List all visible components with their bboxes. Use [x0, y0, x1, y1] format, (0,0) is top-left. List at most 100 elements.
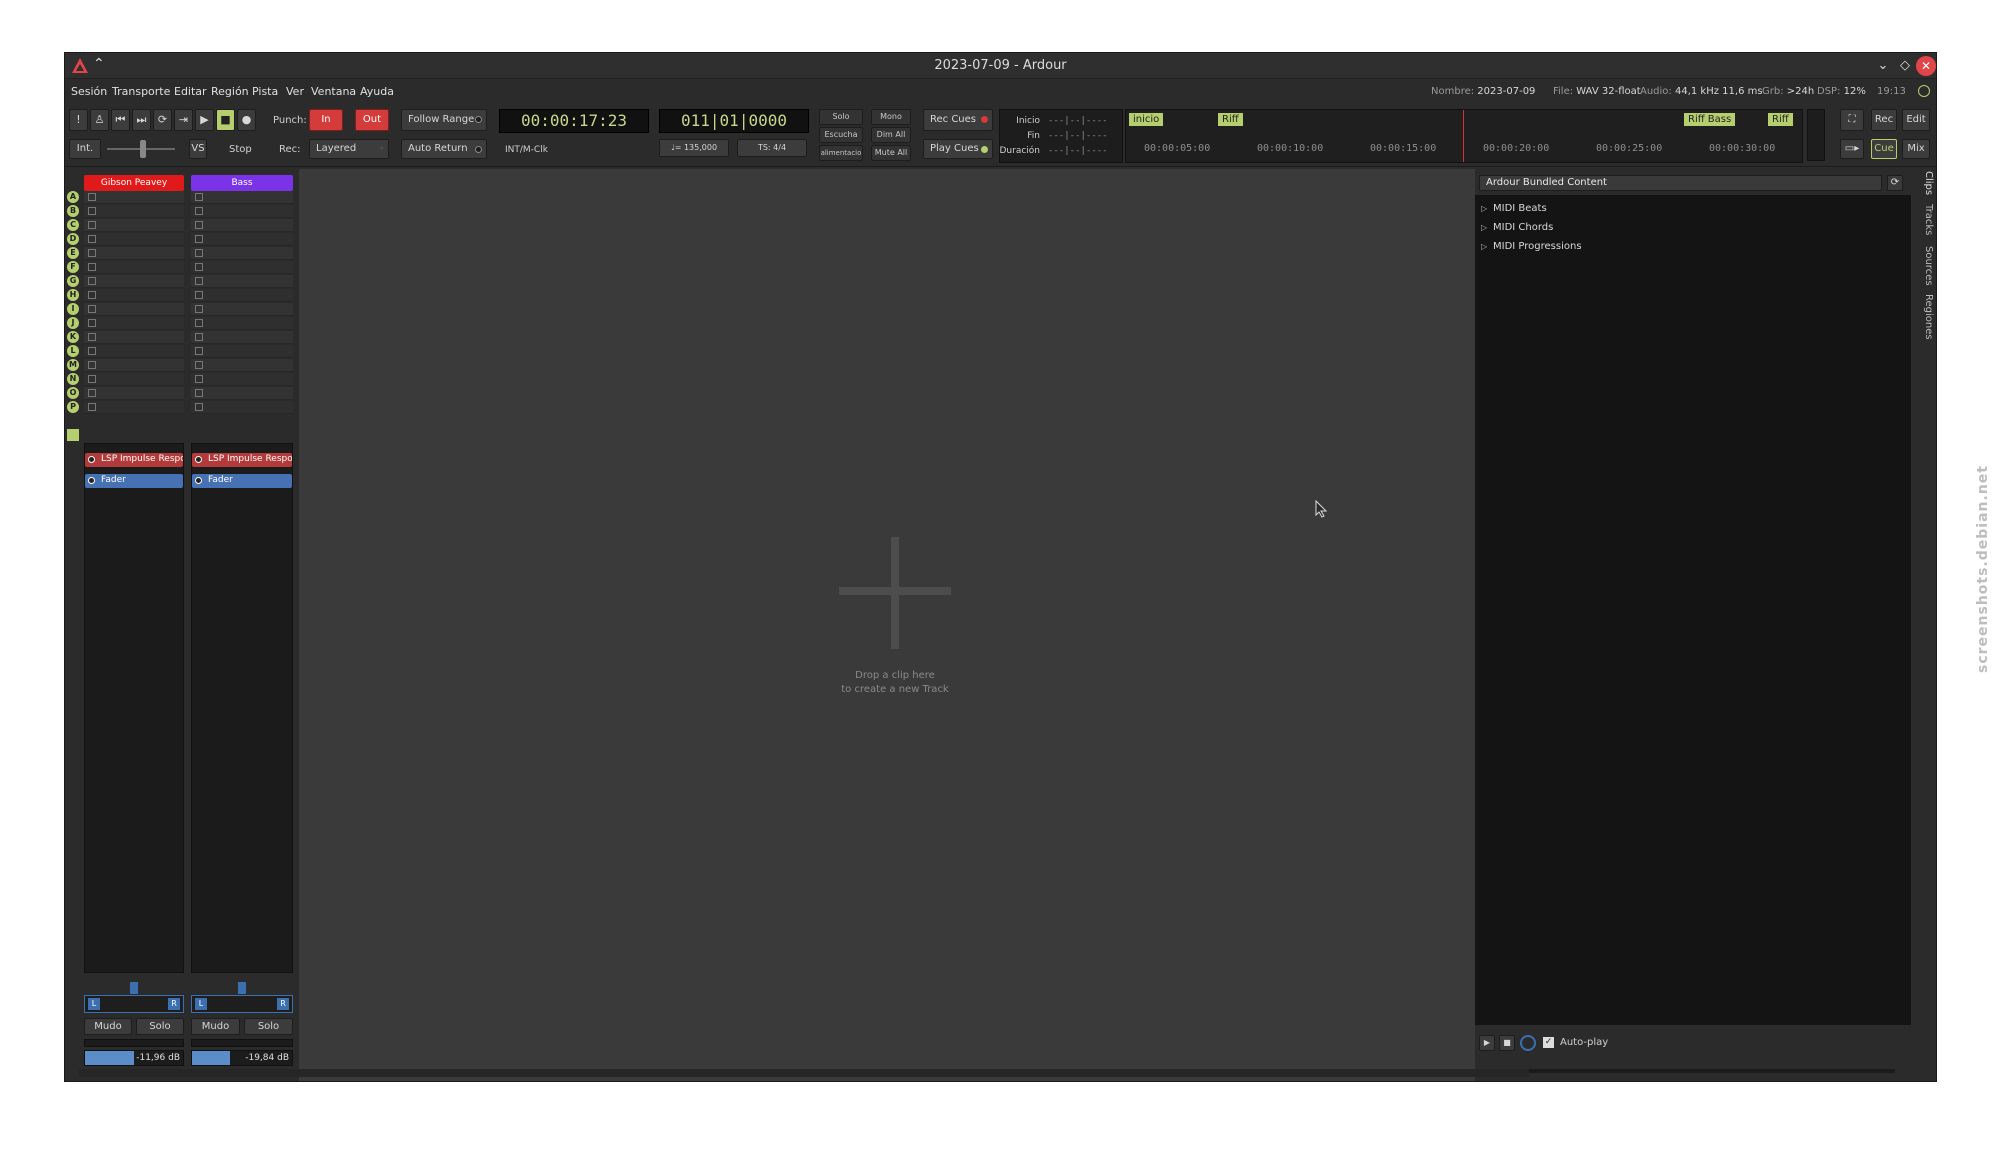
cue-slot[interactable] [191, 289, 293, 302]
cue-slot[interactable] [191, 275, 293, 288]
rec-mode-select[interactable]: Layered ◦ [309, 139, 389, 159]
cue-launch-i[interactable]: I [67, 303, 79, 315]
cue-slot[interactable] [84, 233, 184, 246]
mute-button-track-2[interactable]: Mudo [191, 1018, 240, 1035]
cue-slot-checkbox[interactable] [88, 403, 96, 411]
cue-slot-checkbox[interactable] [88, 263, 96, 271]
monitor-alimentacion-button[interactable]: alimentacio [819, 145, 863, 161]
cue-slot-checkbox[interactable] [195, 333, 203, 341]
sync-source-label[interactable]: INT/M-Clk [505, 145, 548, 155]
cue-slot[interactable] [191, 247, 293, 260]
play-cues-button[interactable]: Play Cues [923, 139, 993, 159]
cue-slot[interactable] [84, 219, 184, 232]
cue-slot-checkbox[interactable] [195, 305, 203, 313]
menu-pista[interactable]: Pista [252, 85, 278, 98]
stop-all-cues-icon[interactable] [67, 429, 79, 441]
plugin-lsp-impulse-track-2[interactable]: LSP Impulse Respon [192, 453, 292, 467]
fader-processor-track-1[interactable]: Fader [85, 474, 183, 488]
cue-slot[interactable] [84, 303, 184, 316]
cue-slot-checkbox[interactable] [88, 389, 96, 397]
cue-launch-e[interactable]: E [67, 247, 79, 259]
cue-slot[interactable] [84, 191, 184, 204]
cue-slot-checkbox[interactable] [88, 305, 96, 313]
cue-slot[interactable] [191, 233, 293, 246]
monitor-solo-button[interactable]: Solo [819, 109, 863, 125]
cue-launch-a[interactable]: A [67, 191, 79, 203]
maximize-icon[interactable]: ◇ [1895, 56, 1915, 76]
menu-ventana[interactable]: Ventana [311, 85, 356, 98]
cue-launch-o[interactable]: O [67, 387, 79, 399]
cue-slot[interactable] [84, 261, 184, 274]
trim-knob-icon[interactable] [130, 982, 138, 994]
cue-slot-checkbox[interactable] [88, 249, 96, 257]
track-name-bass[interactable]: Bass [191, 175, 293, 191]
shuttle-slider-handle-icon[interactable] [140, 140, 146, 158]
plugin-toggle-icon[interactable] [195, 477, 202, 484]
marker-riff[interactable]: Riff [1218, 113, 1243, 126]
cue-slot-checkbox[interactable] [195, 277, 203, 285]
follow-range-button[interactable]: Follow Range [401, 109, 487, 131]
rec-cues-button[interactable]: Rec Cues [923, 109, 993, 131]
cue-slot-checkbox[interactable] [195, 375, 203, 383]
stop-mode-label[interactable]: Stop [229, 144, 252, 155]
cue-slot-checkbox[interactable] [195, 291, 203, 299]
cue-launch-p[interactable]: P [67, 401, 79, 413]
cue-launch-h[interactable]: H [67, 289, 79, 301]
cue-slot-checkbox[interactable] [195, 347, 203, 355]
cue-slot-checkbox[interactable] [88, 319, 96, 327]
cue-slot[interactable] [84, 387, 184, 400]
menu-transporte[interactable]: Transporte [112, 85, 170, 98]
cue-slot[interactable] [84, 331, 184, 344]
video-icon[interactable]: ▭▸ [1840, 139, 1864, 159]
menu-ayuda[interactable]: Ayuda [360, 85, 394, 98]
cue-slot[interactable] [191, 387, 293, 400]
cue-slot-checkbox[interactable] [195, 249, 203, 257]
cue-slot-checkbox[interactable] [88, 221, 96, 229]
expander-icon[interactable]: ▷ [1481, 204, 1493, 213]
secondary-clock[interactable]: 011|01|0000 [659, 109, 809, 133]
panner-track-1[interactable]: LR [84, 995, 184, 1013]
auto-return-button[interactable]: Auto Return [401, 139, 487, 159]
internal-sync-button[interactable]: Int. [69, 139, 101, 159]
cue-slot[interactable] [84, 345, 184, 358]
cue-slot[interactable] [191, 219, 293, 232]
metronome-icon[interactable]: ♙ [90, 109, 109, 131]
crop-icon[interactable]: ⛶ [1840, 109, 1864, 131]
cue-launch-c[interactable]: C [67, 219, 79, 231]
primary-clock[interactable]: 00:00:17:23 [499, 109, 649, 133]
clip-source-select[interactable]: Ardour Bundled Content [1479, 175, 1882, 191]
cue-slot[interactable] [84, 401, 184, 414]
gain-fader-track-2[interactable]: -19,84 dB [191, 1050, 293, 1066]
cue-slot[interactable] [191, 317, 293, 330]
view-edit-button[interactable]: Edit [1902, 109, 1930, 131]
refresh-icon[interactable]: ⟳ [1887, 175, 1903, 191]
plugin-toggle-icon[interactable] [88, 477, 95, 484]
preview-stop-icon[interactable]: ■ [1499, 1035, 1515, 1051]
monitor-dim-all-button[interactable]: Dim All [871, 127, 911, 143]
loop-icon[interactable]: ⟳ [153, 109, 172, 131]
gain-fader-track-1[interactable]: -11,96 dB [84, 1050, 184, 1066]
cue-slot[interactable] [84, 373, 184, 386]
solo-button-track-2[interactable]: Solo [244, 1018, 293, 1035]
autoplay-checkbox[interactable]: ✓ [1543, 1037, 1554, 1048]
cue-slot[interactable] [84, 205, 184, 218]
close-icon[interactable]: ✕ [1916, 56, 1936, 76]
cue-slot-checkbox[interactable] [195, 221, 203, 229]
cue-slot[interactable] [84, 247, 184, 260]
varispeed-button[interactable]: VS [189, 139, 207, 159]
goto-start-icon[interactable]: ⏮ [111, 109, 130, 131]
marker-riff-bass[interactable]: Riff Bass [1684, 113, 1736, 126]
panner-track-2[interactable]: LR [191, 995, 293, 1013]
solo-button-track-1[interactable]: Solo [136, 1018, 184, 1035]
cue-launch-l[interactable]: L [67, 345, 79, 357]
fader-processor-track-2[interactable]: Fader [192, 474, 292, 488]
menu-ver[interactable]: Ver [286, 85, 304, 98]
track-name-gibson-peavey[interactable]: Gibson Peavey [84, 175, 184, 191]
cue-slot[interactable] [84, 289, 184, 302]
record-icon[interactable]: ● [237, 109, 256, 131]
tree-item-midi-beats[interactable]: ▷ MIDI Beats [1481, 203, 1547, 214]
cue-launch-d[interactable]: D [67, 233, 79, 245]
tree-item-midi-progressions[interactable]: ▷ MIDI Progressions [1481, 241, 1582, 252]
cue-slot-checkbox[interactable] [195, 403, 203, 411]
cue-slot-checkbox[interactable] [195, 207, 203, 215]
